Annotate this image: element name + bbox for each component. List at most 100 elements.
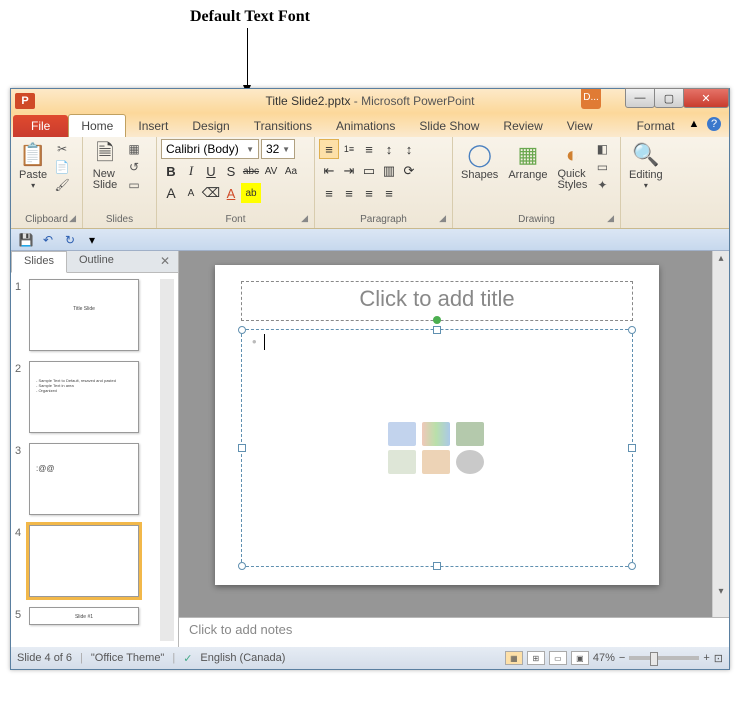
numbering-button[interactable]: 1≡ [339,139,359,159]
clear-formatting-button[interactable]: ⌫ [201,183,221,203]
insert-media-icon[interactable] [456,450,484,474]
save-button[interactable]: 💾 [17,232,35,248]
font-name-select[interactable]: Calibri (Body)▼ [161,139,259,159]
line-spacing-button[interactable]: ↕ [379,139,399,159]
panel-tab-slides[interactable]: Slides [11,251,67,273]
paragraph-launcher[interactable]: ◢ [439,213,446,224]
thumb-4[interactable]: 4 [15,525,160,597]
thumb-5[interactable]: 5Slide #1 [15,607,160,625]
normal-view-button[interactable]: ▦ [505,651,523,665]
insert-clipart-icon[interactable] [422,450,450,474]
resize-handle[interactable] [238,562,246,570]
thumb-2[interactable]: 2- Sample Text to Default, resaved and p… [15,361,160,433]
panel-close-button[interactable]: ✕ [152,251,178,272]
insert-table-icon[interactable] [388,422,416,446]
text-direction-button[interactable]: ↕ [399,139,419,159]
grow-font-button[interactable]: A [161,183,181,203]
resize-handle[interactable] [628,562,636,570]
sorter-view-button[interactable]: ⊞ [527,651,545,665]
font-size-select[interactable]: 32▼ [261,139,295,159]
editor-scrollbar[interactable] [712,251,729,617]
tab-insert[interactable]: Insert [126,115,180,137]
redo-button[interactable]: ↻ [61,232,79,248]
resize-handle[interactable] [628,444,636,452]
tab-animations[interactable]: Animations [324,115,407,137]
format-painter-button[interactable]: 🖌 [53,177,71,193]
shapes-button[interactable]: ◯Shapes [457,139,502,183]
zoom-slider[interactable] [629,656,699,660]
tab-format[interactable]: Format [625,115,687,137]
quick-styles-button[interactable]: ◐Quick Styles [553,139,591,193]
tab-design[interactable]: Design [180,115,241,137]
slide-canvas[interactable]: Click to add title [215,265,659,585]
close-button[interactable]: ✕ [683,88,729,108]
shape-outline-button[interactable]: ▭ [593,159,611,175]
arrange-button[interactable]: ▦Arrange [504,139,551,183]
resize-handle[interactable] [433,326,441,334]
align-center-button[interactable]: ≡ [339,183,359,203]
bold-button[interactable]: B [161,161,181,181]
section-button[interactable]: ▭ [125,177,143,193]
rotation-handle[interactable] [433,316,441,324]
align-text-button[interactable]: ▭ [359,161,379,181]
highlight-button[interactable]: ab [241,183,261,203]
slideshow-view-button[interactable]: ▣ [571,651,589,665]
content-placeholder[interactable] [241,329,633,567]
thumb-scrollbar[interactable] [160,279,174,641]
panel-tab-outline[interactable]: Outline [67,251,126,272]
resize-handle[interactable] [433,562,441,570]
insert-picture-icon[interactable] [388,450,416,474]
tab-view[interactable]: View [555,115,605,137]
underline-button[interactable]: U [201,161,221,181]
drawing-launcher[interactable]: ◢ [607,213,614,224]
zoom-level[interactable]: 47% [593,652,615,664]
paste-button[interactable]: 📋 Paste ▾ [15,139,51,192]
new-slide-button[interactable]: 🗎 New Slide [87,139,123,193]
change-case-button[interactable]: Aa [281,161,301,181]
spellcheck-icon[interactable]: ✓ [183,652,192,665]
decrease-indent-button[interactable]: ⇤ [319,161,339,181]
shadow-button[interactable]: S [221,161,241,181]
list-level-button[interactable]: ≡ [359,139,379,159]
fit-to-window-button[interactable]: ⊡ [714,652,723,665]
bullets-button[interactable]: ≡ [319,139,339,159]
notes-pane[interactable]: Click to add notes [179,617,729,647]
tab-home[interactable]: Home [68,114,126,137]
align-left-button[interactable]: ≡ [319,183,339,203]
shape-effects-button[interactable]: ✦ [593,177,611,193]
copy-button[interactable]: 📄 [53,159,71,175]
strikethrough-button[interactable]: abc [241,161,261,181]
resize-handle[interactable] [238,444,246,452]
thumb-1[interactable]: 1Title Slide [15,279,160,351]
smartart-button[interactable]: ⟳ [399,161,419,181]
char-spacing-button[interactable]: AV [261,161,281,181]
increase-indent-button[interactable]: ⇥ [339,161,359,181]
editing-button[interactable]: 🔍Editing▾ [625,139,667,192]
columns-button[interactable]: ▥ [379,161,399,181]
minimize-button[interactable]: — [625,88,655,108]
layout-button[interactable]: ▦ [125,141,143,157]
resize-handle[interactable] [628,326,636,334]
insert-chart-icon[interactable] [422,422,450,446]
font-launcher[interactable]: ◢ [301,213,308,224]
undo-button[interactable]: ↶ [39,232,57,248]
tab-review[interactable]: Review [491,115,554,137]
italic-button[interactable]: I [181,161,201,181]
reading-view-button[interactable]: ▭ [549,651,567,665]
cut-button[interactable]: ✂ [53,141,71,157]
shape-fill-button[interactable]: ◧ [593,141,611,157]
thumb-3[interactable]: 3:@@ [15,443,160,515]
language[interactable]: English (Canada) [200,652,285,664]
zoom-out-button[interactable]: − [619,652,625,664]
resize-handle[interactable] [238,326,246,334]
reset-button[interactable]: ↺ [125,159,143,175]
title-placeholder[interactable]: Click to add title [241,281,633,321]
minimize-ribbon-icon[interactable]: ▲ [687,117,701,131]
insert-smartart-icon[interactable] [456,422,484,446]
justify-button[interactable]: ≡ [379,183,399,203]
clipboard-launcher[interactable]: ◢ [69,213,76,224]
align-right-button[interactable]: ≡ [359,183,379,203]
maximize-button[interactable]: ▢ [654,88,684,108]
help-icon[interactable]: ? [707,117,721,131]
font-color-button[interactable]: A [221,183,241,203]
